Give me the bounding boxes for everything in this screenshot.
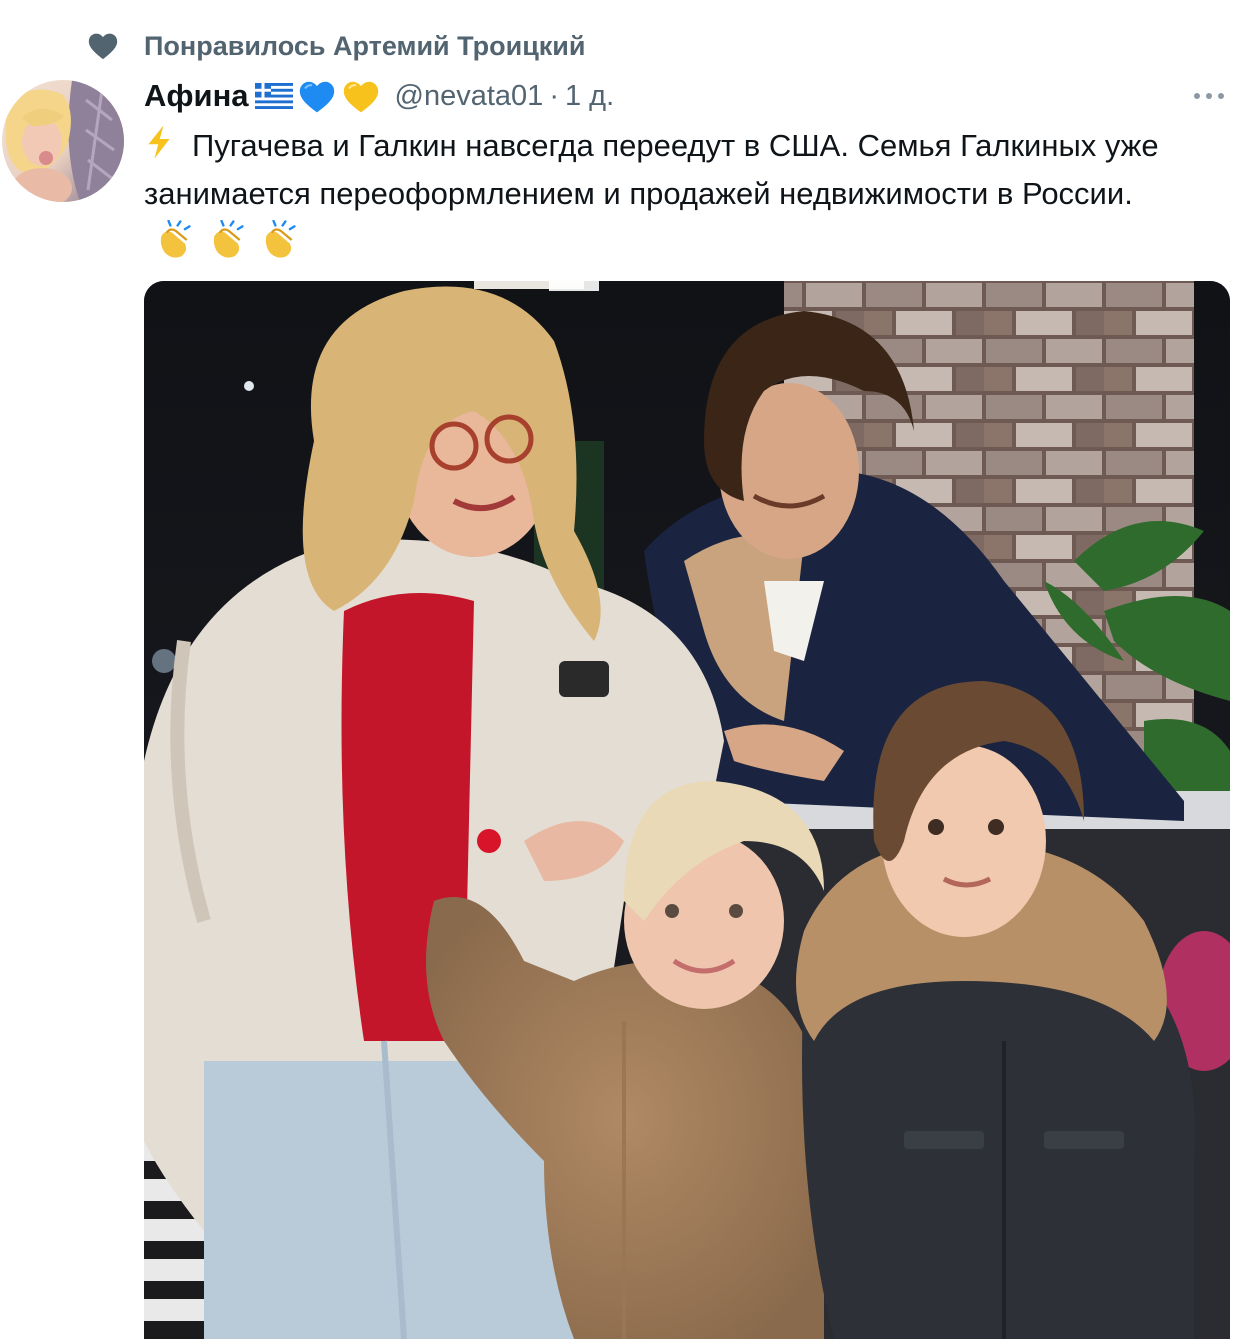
liked-by-text: Понравилось Артемий Троицкий — [144, 30, 586, 61]
tweet-time[interactable]: 1 д. — [565, 80, 614, 113]
user-handle[interactable]: @nevata01 — [395, 80, 544, 113]
meta-separator: · — [549, 79, 559, 112]
clapping-hands-icon — [213, 219, 244, 258]
display-name[interactable]: Афина — [144, 78, 249, 114]
avatar-image — [2, 80, 124, 202]
clapping-hands-icon — [266, 219, 296, 258]
clapping-hands-icon — [160, 219, 191, 258]
clap-emojis — [152, 219, 301, 274]
lightning-icon — [148, 125, 170, 159]
heart-icon — [88, 33, 118, 60]
tweet-header: Афина @nevata01 · 1 д. — [144, 74, 1226, 118]
tweet-text: Пугачева и Галкин навсегда переедут в СШ… — [144, 128, 1159, 211]
name-emojis — [254, 78, 385, 114]
photo-image — [144, 281, 1230, 1339]
more-dots-icon[interactable] — [1194, 93, 1226, 99]
tweet-photo[interactable] — [144, 281, 1230, 1339]
yellow-heart-icon — [343, 81, 378, 113]
social-context[interactable]: Понравилось Артемий Троицкий — [86, 26, 586, 66]
blue-heart-icon — [299, 81, 334, 113]
greek-flag-icon — [254, 83, 293, 109]
avatar[interactable] — [2, 80, 124, 202]
tweet-text-container: Пугачева и Галкин навсегда переедут в СШ… — [144, 122, 1224, 274]
